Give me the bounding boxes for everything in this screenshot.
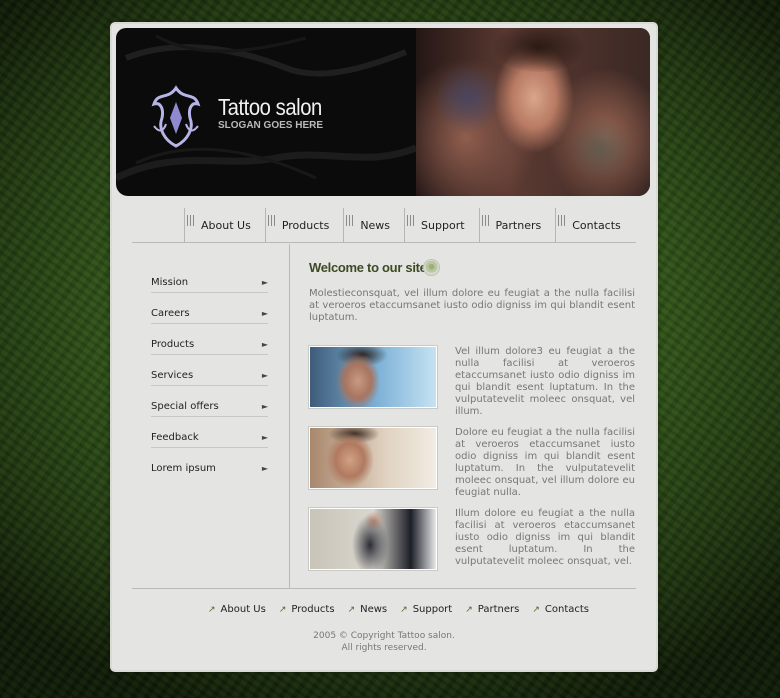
- chevron-right-icon: ►: [261, 464, 268, 473]
- sidebar-item-label: Services: [151, 370, 194, 381]
- welcome-badge-icon: [423, 259, 440, 276]
- nav-news[interactable]: News: [343, 208, 404, 242]
- chevron-right-icon: ►: [261, 309, 268, 318]
- sidebar-item-special-offers[interactable]: Special offers ►: [151, 386, 268, 417]
- sidebar-item-label: Lorem ipsum: [151, 463, 216, 474]
- chevron-right-icon: ►: [261, 278, 268, 287]
- sidebar-item-services[interactable]: Services ►: [151, 355, 268, 386]
- sidebar-item-label: Products: [151, 339, 195, 350]
- chevron-right-icon: ►: [261, 433, 268, 442]
- footer-nav: ↗ About Us ↗ Products ↗ News ↗ Support ↗ Part…: [208, 604, 589, 615]
- footer-link-products[interactable]: ↗ Products: [279, 604, 335, 615]
- footer-link-label: News: [360, 604, 388, 615]
- nav-bars-icon: [407, 214, 416, 226]
- nav-products[interactable]: Products: [264, 208, 344, 242]
- sidebar-item-mission[interactable]: Mission ►: [151, 262, 268, 293]
- footer-link-label: Products: [291, 604, 335, 615]
- item-text: Dolore eu feugiat a the nulla facilisi a…: [455, 427, 635, 498]
- chevron-right-icon: ►: [261, 402, 268, 411]
- nav-label: Contacts: [572, 218, 621, 232]
- nav-bars-icon: [187, 214, 195, 226]
- copyright-line: 2005 © Copyright Tattoo salon.: [313, 631, 455, 641]
- sidebar: Mission ► Careers ► Products ► Services ► Sp…: [132, 244, 290, 588]
- nav-about-us[interactable]: About Us: [184, 208, 265, 242]
- footer-link-label: About Us: [220, 604, 266, 615]
- sidebar-item-feedback[interactable]: Feedback ►: [151, 417, 268, 448]
- copyright: 2005 © Copyright Tattoo salon. All right…: [112, 630, 656, 654]
- arrow-icon: ↗: [400, 604, 408, 615]
- footer-link-label: Contacts: [544, 604, 589, 615]
- item-text: Vel illum dolore3 eu feugiat a the nulla…: [455, 346, 635, 417]
- copyright-line: All rights reserved.: [341, 643, 427, 653]
- site-slogan: SLOGAN GOES HERE: [218, 120, 324, 131]
- header-banner: Tattoo salon SLOGAN GOES HERE: [116, 28, 650, 196]
- nav-label: Support: [421, 218, 465, 232]
- arrow-icon: ↗: [278, 604, 287, 615]
- tribal-logo-icon: [151, 85, 201, 148]
- tattoo-model-photo: [416, 28, 650, 196]
- site-title: Tattoo salon: [218, 94, 322, 120]
- sidebar-item-products[interactable]: Products ►: [151, 324, 268, 355]
- portrait-image: [309, 346, 437, 408]
- nav-bars-icon: [558, 214, 567, 226]
- footer-link-support[interactable]: ↗ Support: [400, 604, 452, 615]
- welcome-heading: Welcome to our site: [309, 260, 427, 275]
- nav-label: About Us: [201, 218, 251, 232]
- footer-link-about-us[interactable]: ↗ About Us: [208, 604, 266, 615]
- sidebar-item-label: Careers: [151, 308, 190, 319]
- footer-link-label: Partners: [477, 604, 520, 615]
- nav-bars-icon: [346, 214, 355, 226]
- page-panel: Tattoo salon SLOGAN GOES HERE About Us P…: [112, 24, 656, 670]
- divider: [132, 242, 636, 243]
- arrow-icon: ↗: [465, 604, 473, 615]
- arrow-icon: ↗: [347, 604, 356, 615]
- divider: [132, 588, 636, 589]
- nav-support[interactable]: Support: [404, 208, 478, 242]
- nav-bars-icon: [481, 214, 490, 226]
- nav-partners[interactable]: Partners: [478, 208, 556, 242]
- top-nav: About Us Products News Support Partners …: [184, 208, 635, 244]
- nav-label: Partners: [495, 218, 542, 232]
- nav-bars-icon: [267, 214, 276, 226]
- sidebar-item-lorem-ipsum[interactable]: Lorem ipsum ►: [151, 448, 268, 478]
- sidebar-item-label: Feedback: [151, 432, 199, 443]
- sidebar-item-label: Special offers: [151, 401, 219, 412]
- sidebar-item-careers[interactable]: Careers ►: [151, 293, 268, 324]
- nav-contacts[interactable]: Contacts: [555, 208, 635, 242]
- sidebar-item-label: Mission: [151, 277, 189, 288]
- footer-link-label: Support: [412, 604, 453, 615]
- nav-label: Products: [281, 218, 330, 232]
- chevron-right-icon: ►: [261, 340, 268, 349]
- intro-text: Molestieconsquat, vel illum dolore eu fe…: [309, 288, 635, 323]
- footer-link-contacts[interactable]: ↗ Contacts: [532, 604, 589, 615]
- portrait-image: [309, 508, 437, 570]
- item-text: Illum dolore eu feugiat a the nulla faci…: [455, 508, 635, 567]
- arrow-icon: ↗: [208, 604, 216, 615]
- arrow-icon: ↗: [532, 604, 540, 615]
- portrait-image: [309, 427, 437, 489]
- chevron-right-icon: ►: [261, 371, 268, 380]
- footer-link-news[interactable]: ↗ News: [348, 604, 388, 615]
- footer-link-partners[interactable]: ↗ Partners: [465, 604, 519, 615]
- nav-label: News: [360, 218, 391, 232]
